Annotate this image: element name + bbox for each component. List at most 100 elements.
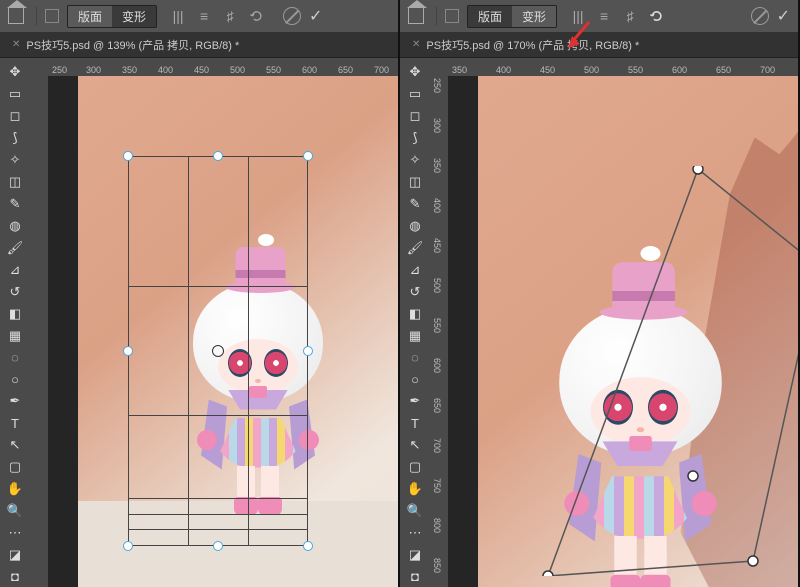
gradient-tool[interactable]: ▦: [402, 325, 428, 346]
crop-tool[interactable]: ◫: [402, 172, 428, 193]
handle-bl[interactable]: [123, 541, 133, 551]
undo-icon[interactable]: [649, 9, 663, 23]
artboard-tool[interactable]: ▭: [2, 84, 28, 105]
marquee-tool[interactable]: ◻: [402, 106, 428, 127]
tabbar: ✕ PS技巧5.psd @ 170% (产品 拷贝, RGB/8) *: [400, 32, 798, 58]
zoom-tool[interactable]: 🔍: [2, 500, 28, 521]
blur-tool[interactable]: ◌: [402, 347, 428, 368]
handle-br[interactable]: [303, 541, 313, 551]
grid-snap-icon[interactable]: ♯: [623, 9, 637, 23]
quickmask-tool[interactable]: ◘: [402, 566, 428, 587]
annotation-arrow: [564, 20, 594, 53]
tab-title: PS技巧5.psd @ 170% (产品 拷贝, RGB/8) *: [426, 37, 639, 53]
panel-right: 版面 变形 ||| ≡ ♯ ✓ ✕ PS技巧5.psd @ 170% (产品 拷…: [400, 0, 800, 587]
center-point[interactable]: [212, 345, 224, 357]
move-tool[interactable]: ✥: [2, 62, 28, 83]
brush-tool[interactable]: 🖌: [2, 237, 28, 258]
handle-t[interactable]: [213, 151, 223, 161]
close-icon[interactable]: ✕: [412, 39, 420, 50]
blur-tool[interactable]: ◌: [2, 347, 28, 368]
brush-tool[interactable]: 🖌: [402, 237, 428, 258]
grid-snap-icon[interactable]: ♯: [223, 9, 237, 23]
crop-tool[interactable]: ◫: [2, 172, 28, 193]
document-tab[interactable]: ✕ PS技巧5.psd @ 170% (产品 拷贝, RGB/8) *: [412, 37, 639, 53]
split-h-icon[interactable]: ≡: [597, 9, 611, 23]
btn-bianxing[interactable]: 变形: [512, 6, 556, 27]
clone-tool[interactable]: ⊿: [402, 259, 428, 280]
dodge-tool[interactable]: ○: [402, 369, 428, 390]
transform-mode-toggle[interactable]: 版面 变形: [67, 5, 157, 28]
toolbox: ✥ ▭ ◻ ⟆ ✧ ◫ ✎ ◍ 🖌 ⊿ ↺ ◧ ▦ ◌ ○ ✒ T ↖ ▢ ✋ …: [400, 58, 430, 587]
wand-tool[interactable]: ✧: [402, 150, 428, 171]
eyedropper-tool[interactable]: ✎: [402, 194, 428, 215]
artboard-tool[interactable]: ▭: [402, 84, 428, 105]
handle-b[interactable]: [213, 541, 223, 551]
hand-tool[interactable]: ✋: [402, 479, 428, 500]
commit-icon[interactable]: ✓: [777, 6, 790, 26]
cancel-icon[interactable]: [751, 7, 769, 25]
path-tool[interactable]: ↖: [402, 435, 428, 456]
lasso-tool[interactable]: ⟆: [2, 128, 28, 149]
handle-r[interactable]: [303, 346, 313, 356]
split-v-icon[interactable]: |||: [171, 9, 185, 23]
pen-tool[interactable]: ✒: [2, 391, 28, 412]
fg-bg-swatch[interactable]: ◪: [402, 544, 428, 565]
handle-l[interactable]: [123, 346, 133, 356]
gradient-tool[interactable]: ▦: [2, 325, 28, 346]
close-icon[interactable]: ✕: [12, 39, 20, 50]
clone-tool[interactable]: ⊿: [2, 259, 28, 280]
pen-tool[interactable]: ✒: [402, 391, 428, 412]
shape-tool[interactable]: ▢: [402, 457, 428, 478]
transform-bounding-box[interactable]: [128, 156, 308, 546]
more-tools[interactable]: ⋯: [2, 522, 28, 543]
warp-handle-tl: [693, 166, 703, 174]
more-tools[interactable]: ⋯: [402, 522, 428, 543]
history-brush-tool[interactable]: ↺: [2, 281, 28, 302]
mesh-icon[interactable]: [45, 9, 59, 23]
split-h-icon[interactable]: ≡: [197, 9, 211, 23]
canvas[interactable]: [478, 76, 798, 587]
marquee-tool[interactable]: ◻: [2, 106, 28, 127]
ruler-horizontal: 250 300 350 400 450 500 550 600 650 700: [30, 58, 398, 76]
btn-banmian[interactable]: 版面: [468, 6, 512, 27]
warp-handle-br: [748, 556, 758, 566]
spot-heal-tool[interactable]: ◍: [402, 215, 428, 236]
options-bar: 版面 变形 ||| ≡ ♯ ✓: [0, 0, 398, 32]
panel-left: 版面 变形 ||| ≡ ♯ ✓ ✕ PS技巧5.psd @ 139% (产品 拷…: [0, 0, 400, 587]
eraser-tool[interactable]: ◧: [2, 303, 28, 324]
quickmask-tool[interactable]: ◘: [2, 566, 28, 587]
path-tool[interactable]: ↖: [2, 435, 28, 456]
text-tool[interactable]: T: [402, 413, 428, 434]
mesh-icon[interactable]: [445, 9, 459, 23]
handle-tl[interactable]: [123, 151, 133, 161]
btn-bianxing[interactable]: 变形: [112, 6, 156, 27]
wand-tool[interactable]: ✧: [2, 150, 28, 171]
move-tool[interactable]: ✥: [402, 62, 428, 83]
home-icon[interactable]: [408, 8, 424, 24]
undo-icon[interactable]: [249, 9, 263, 23]
shape-tool[interactable]: ▢: [2, 457, 28, 478]
handle-tr[interactable]: [303, 151, 313, 161]
lasso-tool[interactable]: ⟆: [402, 128, 428, 149]
toolbox: ✥ ▭ ◻ ⟆ ✧ ◫ ✎ ◍ 🖌 ⊿ ↺ ◧ ▦ ◌ ○ ✒ T ↖ ▢ ✋ …: [0, 58, 30, 587]
home-icon[interactable]: [8, 8, 24, 24]
btn-banmian[interactable]: 版面: [68, 6, 112, 27]
canvas[interactable]: [78, 76, 398, 587]
transform-mode-toggle[interactable]: 版面 变形: [467, 5, 557, 28]
history-brush-tool[interactable]: ↺: [402, 281, 428, 302]
commit-icon[interactable]: ✓: [309, 6, 322, 26]
text-tool[interactable]: T: [2, 413, 28, 434]
eraser-tool[interactable]: ◧: [402, 303, 428, 324]
eyedropper-tool[interactable]: ✎: [2, 194, 28, 215]
tab-title: PS技巧5.psd @ 139% (产品 拷贝, RGB/8) *: [26, 37, 239, 53]
fg-bg-swatch[interactable]: ◪: [2, 544, 28, 565]
hand-tool[interactable]: ✋: [2, 479, 28, 500]
warp-center: [688, 471, 698, 481]
document-tab[interactable]: ✕ PS技巧5.psd @ 139% (产品 拷贝, RGB/8) *: [12, 37, 239, 53]
warp-bounding-box[interactable]: [518, 166, 798, 576]
warp-handle-bl: [543, 571, 553, 576]
zoom-tool[interactable]: 🔍: [402, 500, 428, 521]
dodge-tool[interactable]: ○: [2, 369, 28, 390]
spot-heal-tool[interactable]: ◍: [2, 215, 28, 236]
cancel-icon[interactable]: [283, 7, 301, 25]
